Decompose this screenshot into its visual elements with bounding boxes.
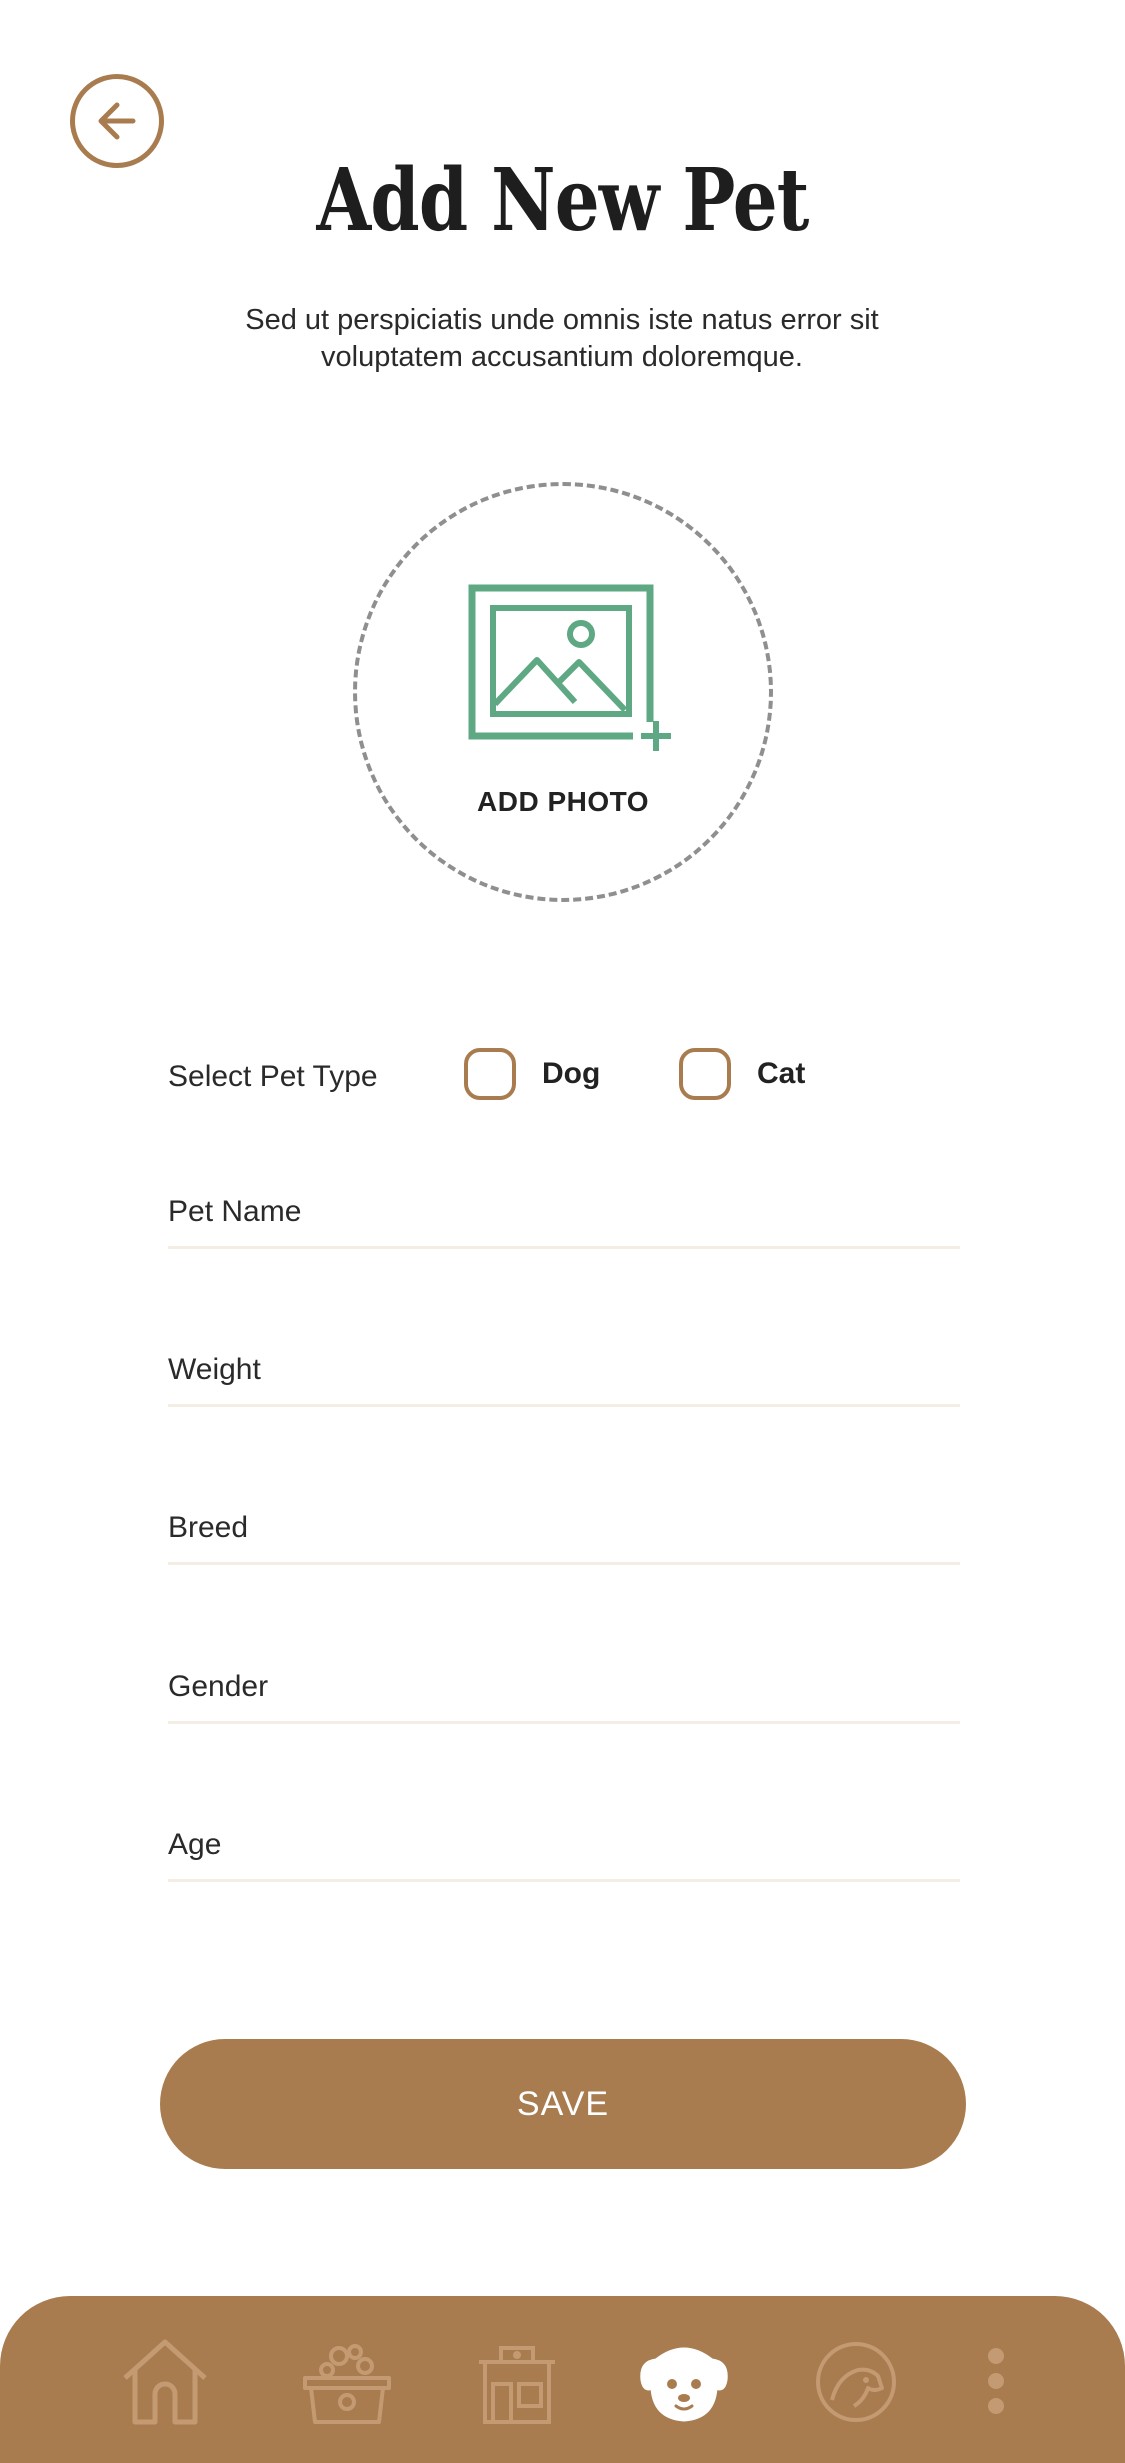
page-subtitle: Sed ut perspiciatis unde omnis iste natu… xyxy=(245,304,879,373)
save-button[interactable]: SAVE xyxy=(160,2039,966,2169)
arrow-left-icon xyxy=(98,102,136,140)
pet-type-selector: Select Pet Type Dog Cat xyxy=(168,1046,968,1102)
pet-type-dog-option[interactable]: Dog xyxy=(464,1046,600,1102)
add-photo-label: ADD PHOTO xyxy=(477,786,649,817)
age-field xyxy=(168,1815,960,1882)
add-photo-button[interactable]: ADD PHOTO xyxy=(353,482,773,902)
weight-field xyxy=(168,1340,960,1407)
pet-name-field xyxy=(168,1182,960,1249)
bottom-tab-bar xyxy=(0,2296,1125,2463)
tab-grooming[interactable] xyxy=(297,2336,397,2426)
pet-name-input[interactable] xyxy=(168,1182,960,1242)
breed-input[interactable] xyxy=(168,1498,960,1558)
tab-pets[interactable] xyxy=(634,2336,734,2426)
dog-option-label: Dog xyxy=(542,1057,601,1090)
tab-shop[interactable] xyxy=(467,2336,567,2426)
gender-input[interactable] xyxy=(168,1657,960,1717)
dog-checkbox[interactable] xyxy=(464,1048,516,1100)
tab-more[interactable] xyxy=(946,2336,1046,2426)
pet-bath-icon xyxy=(303,2344,391,2424)
gender-field xyxy=(168,1657,960,1724)
pet-shop-icon xyxy=(479,2346,555,2424)
pet-type-cat-option[interactable]: Cat xyxy=(679,1046,805,1102)
tab-community[interactable] xyxy=(806,2336,906,2426)
add-image-icon xyxy=(468,584,673,751)
dog-profile-icon xyxy=(816,2342,896,2422)
dog-face-icon xyxy=(640,2347,728,2422)
breed-field xyxy=(168,1498,960,1565)
cat-checkbox[interactable] xyxy=(679,1048,731,1100)
home-icon xyxy=(123,2339,207,2425)
more-vertical-icon xyxy=(988,2348,1004,2414)
age-input[interactable] xyxy=(168,1815,960,1875)
weight-input[interactable] xyxy=(168,1340,960,1400)
tab-home[interactable] xyxy=(115,2336,215,2426)
pet-type-label: Select Pet Type xyxy=(168,1060,378,1093)
cat-option-label: Cat xyxy=(757,1057,806,1090)
page-title: Add New Pet xyxy=(316,150,809,251)
